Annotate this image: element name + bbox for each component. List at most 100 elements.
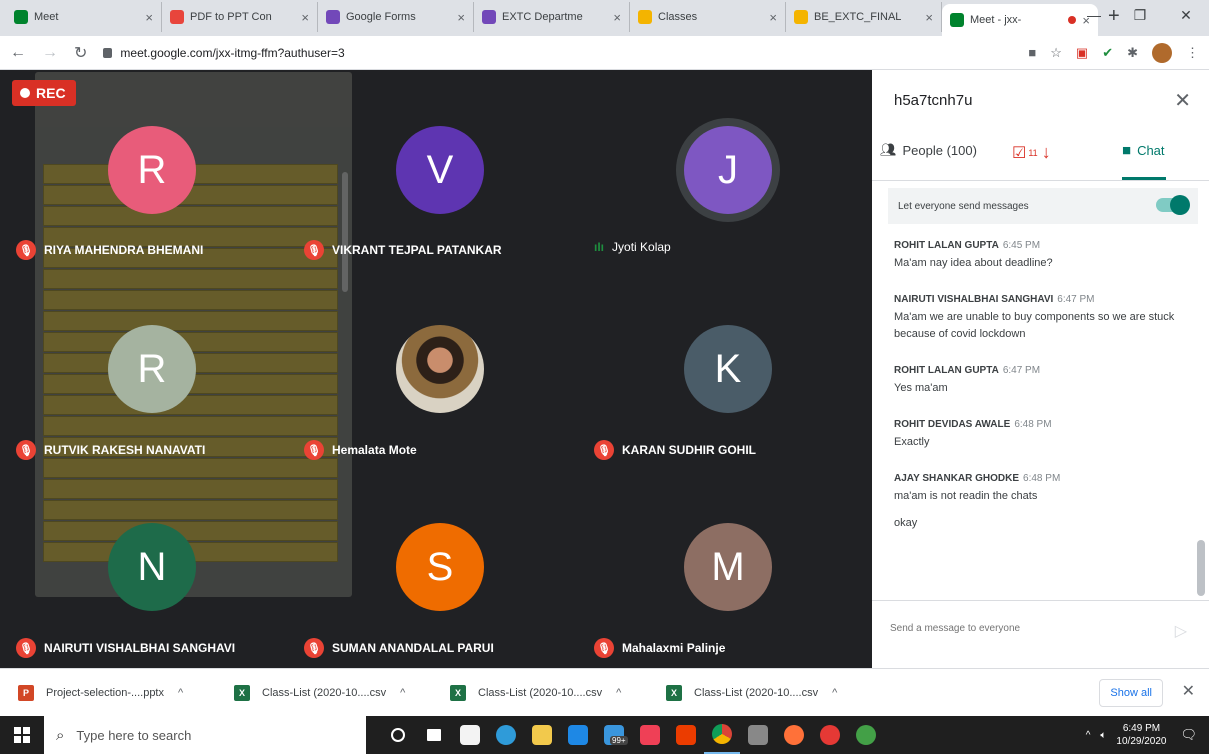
- avatar-initial: K: [714, 346, 742, 391]
- participant-avatar[interactable]: R: [108, 325, 196, 413]
- send-icon[interactable]: ▷: [1175, 621, 1187, 641]
- edge-icon[interactable]: [488, 716, 524, 754]
- tab-pdf-to-ppt[interactable]: PDF to PPT Con ×: [162, 2, 318, 32]
- participant-avatar[interactable]: R: [108, 126, 196, 214]
- office-icon[interactable]: [668, 716, 704, 754]
- tab-extc-department[interactable]: EXTC Departme ×: [474, 2, 630, 32]
- extension-icons: ■ ☆ ▣ ✔ ✱ ⋮: [1028, 42, 1199, 63]
- chrome-icon[interactable]: [704, 716, 740, 754]
- close-icon[interactable]: ×: [145, 10, 153, 25]
- chevron-up-icon[interactable]: ^: [832, 687, 837, 699]
- tab-google-forms[interactable]: Google Forms ×: [318, 2, 474, 32]
- tab-tasks[interactable]: ☑ 11 ↓: [1012, 142, 1051, 163]
- mic-off-icon: 🎙︎: [16, 440, 36, 460]
- participant-photo[interactable]: [396, 325, 484, 413]
- taskbar-search[interactable]: ⌕ Type here to search: [44, 716, 366, 754]
- profile-avatar[interactable]: [1152, 42, 1172, 63]
- task-view-icon[interactable]: [416, 716, 452, 754]
- participant-avatar[interactable]: J: [684, 126, 772, 214]
- chevron-up-icon[interactable]: ^: [178, 687, 183, 699]
- chevron-up-icon[interactable]: ^: [400, 687, 405, 699]
- speaking-icon: ıIı: [594, 240, 605, 254]
- message-sender: ROHIT DEVIDAS AWALE: [894, 419, 1011, 430]
- participant-name: Mahalaxmi Palinje: [622, 641, 726, 655]
- notifications-icon[interactable]: 🗨︎: [1180, 727, 1197, 743]
- clock-date: 10/29/2020: [1116, 736, 1167, 747]
- app-l-icon[interactable]: [560, 716, 596, 754]
- close-icon[interactable]: ×: [769, 10, 777, 25]
- notification-badge: 99+: [610, 736, 628, 745]
- menu-icon[interactable]: ⋮: [1186, 45, 1199, 61]
- message-text: okay: [894, 517, 918, 529]
- close-icon[interactable]: ×: [301, 10, 309, 25]
- url-field[interactable]: meet.google.com/jxx-itmg-ffm?authuser=3: [103, 40, 1028, 66]
- participant-name-tag: 🎙︎ Hemalata Mote: [304, 440, 417, 460]
- mic-off-icon: 🎙︎: [304, 240, 324, 260]
- chevron-up-icon[interactable]: ^: [616, 687, 621, 699]
- app-chat-icon[interactable]: [812, 716, 848, 754]
- participant-avatar[interactable]: N: [108, 523, 196, 611]
- avatar-initial: R: [137, 346, 167, 391]
- close-icon[interactable]: ×: [457, 10, 465, 25]
- check-icon[interactable]: ✔: [1102, 45, 1113, 61]
- tab-meet[interactable]: Meet ×: [6, 2, 162, 32]
- download-name: Class-List (2020-10....csv: [262, 686, 387, 699]
- tab-chat[interactable]: ■ Chat: [1122, 142, 1165, 159]
- allow-messages-toggle[interactable]: [1156, 195, 1190, 215]
- meet-icon: [950, 13, 964, 27]
- participant-avatar[interactable]: M: [684, 523, 772, 611]
- maximize-icon[interactable]: ❐: [1117, 0, 1163, 30]
- back-icon[interactable]: ←: [10, 44, 26, 62]
- chat-input[interactable]: [890, 623, 1140, 634]
- close-window-icon[interactable]: ✕: [1163, 0, 1209, 30]
- camera-icon[interactable]: ■: [1028, 45, 1036, 60]
- star-icon[interactable]: ☆: [1050, 45, 1062, 61]
- volume-icon[interactable]: 🔈︎: [1100, 730, 1106, 741]
- clock[interactable]: 6:49 PM 10/29/2020: [1116, 722, 1166, 748]
- download-item[interactable]: P Project-selection-....pptx ^: [18, 684, 234, 701]
- close-icon[interactable]: ×: [925, 10, 933, 25]
- start-button[interactable]: [0, 716, 44, 754]
- store-icon[interactable]: [452, 716, 488, 754]
- tab-people[interactable]: 👥︎ People (100): [880, 142, 977, 158]
- chat-message: AJAY SHANKAR GHODKE 6:48 PM ma'am is not …: [894, 473, 1184, 532]
- participant-name-tag: 🎙︎ Mahalaxmi Palinje: [594, 638, 725, 658]
- close-icon[interactable]: ✕: [1182, 681, 1195, 701]
- forward-icon[interactable]: →: [42, 44, 58, 62]
- file-explorer-icon[interactable]: [524, 716, 560, 754]
- meet-icon: [14, 10, 28, 24]
- participant-avatar[interactable]: S: [396, 523, 484, 611]
- system-tray: ^ 🔈︎ 6:49 PM 10/29/2020 🗨︎: [1086, 716, 1209, 754]
- close-panel-icon[interactable]: ✕: [1174, 88, 1191, 113]
- participant-avatar[interactable]: V: [396, 126, 484, 214]
- cortana-icon[interactable]: [380, 716, 416, 754]
- download-item[interactable]: X Class-List (2020-10....csv ^: [234, 684, 450, 701]
- close-icon[interactable]: ×: [613, 10, 621, 25]
- extension-icon[interactable]: ▣: [1076, 45, 1088, 61]
- participant-name: RUTVIK RAKESH NANAVATI: [44, 443, 206, 457]
- reload-icon[interactable]: ↻: [74, 43, 87, 63]
- app-whatsapp-icon[interactable]: [848, 716, 884, 754]
- participant-name-tag: 🎙︎ RUTVIK RAKESH NANAVATI: [16, 440, 205, 460]
- chat-scrollbar[interactable]: [1197, 540, 1205, 596]
- app-pocket-icon[interactable]: [632, 716, 668, 754]
- puzzle-icon[interactable]: ✱: [1127, 45, 1138, 61]
- avatar-initial: V: [426, 147, 454, 192]
- tab-title: BE_EXTC_FINAL: [814, 11, 902, 23]
- mic-off-icon: 🎙︎: [16, 638, 36, 658]
- chevron-up-icon[interactable]: ^: [1086, 730, 1091, 741]
- download-item[interactable]: X Class-List (2020-10....csv ^: [666, 684, 882, 701]
- tab-be-extc-final[interactable]: BE_EXTC_FINAL ×: [786, 2, 942, 32]
- record-icon: [20, 88, 30, 98]
- app-box-icon[interactable]: [740, 716, 776, 754]
- mail-icon[interactable]: 99+: [596, 716, 632, 754]
- forms-icon: [326, 10, 340, 24]
- mic-off-icon: 🎙︎: [594, 440, 614, 460]
- minimize-icon[interactable]: —: [1071, 0, 1117, 30]
- firefox-icon[interactable]: [776, 716, 812, 754]
- participant-avatar[interactable]: K: [684, 325, 772, 413]
- download-item[interactable]: X Class-List (2020-10....csv ^: [450, 684, 666, 701]
- address-bar: ← → ↻ meet.google.com/jxx-itmg-ffm?authu…: [0, 36, 1209, 70]
- tab-classes[interactable]: Classes ×: [630, 2, 786, 32]
- show-all-button[interactable]: Show all: [1099, 679, 1163, 707]
